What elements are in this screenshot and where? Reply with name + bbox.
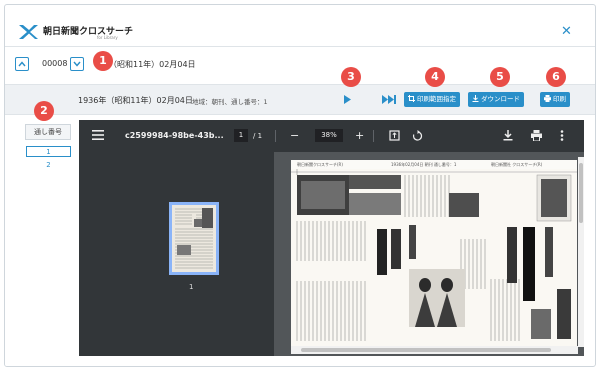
newspaper-thumbnail-image <box>172 205 216 272</box>
prev-page-button[interactable] <box>15 57 29 71</box>
page-number: 00008 <box>42 59 68 68</box>
annotation-marker-4: 4 <box>425 67 445 87</box>
annotation-marker-3: 3 <box>341 67 361 87</box>
play-icon[interactable] <box>343 94 352 105</box>
print-button[interactable]: 印刷 <box>540 92 570 107</box>
chevron-up-icon <box>18 61 26 67</box>
brand-name: 朝日新聞クロスサーチ <box>43 27 134 37</box>
chevron-down-icon <box>73 61 81 67</box>
page-current-input[interactable]: 1 <box>234 129 248 142</box>
print-label: 印刷 <box>553 95 566 103</box>
annotation-marker-2: 2 <box>34 101 54 121</box>
serial-item-2[interactable]: 2 <box>26 160 71 171</box>
thumbnail-sidebar: 1 <box>79 152 274 356</box>
download-icon <box>472 95 479 102</box>
app-window: 朝日新聞クロスサーチ for Library ✕ 00008 年（昭和11年）0… <box>4 4 596 367</box>
annotation-marker-6: 6 <box>546 67 566 87</box>
serial-number-title: 通し番号 <box>25 124 71 140</box>
newspaper-scan-image <box>291 169 577 347</box>
serial-number-panel: 通し番号 1 2 <box>5 116 79 366</box>
toolbar-divider <box>275 130 276 142</box>
page-header-right: 朝日新聞社 クロスサーチ(R) <box>491 162 543 167</box>
skip-to-end-icon[interactable] <box>381 94 397 105</box>
page-header-left: 朝日新聞クロスサーチ(R) <box>297 162 343 167</box>
toolbar-divider <box>373 130 374 142</box>
next-page-button[interactable] <box>70 57 84 71</box>
rotate-icon[interactable] <box>412 130 423 141</box>
file-name: c2599984-98be-43b... <box>125 131 224 140</box>
page-header-center: 1936年02月04日 朝刊 通し番号：1 <box>391 162 457 167</box>
download-button[interactable]: ダウンロード <box>468 92 524 107</box>
printer-icon <box>544 95 551 102</box>
page-header: 朝日新聞クロスサーチ(R) 1936年02月04日 朝刊 通し番号：1 朝日新聞… <box>291 160 577 169</box>
annotation-marker-5: 5 <box>490 67 510 87</box>
nav-date: 年（昭和11年）02月04日 <box>101 60 196 69</box>
brand-logo-icon <box>19 25 38 39</box>
info-toolbar: 1936年（昭和11年）02月04日 地域：朝刊、通し番号：1 印刷範囲指定 ダ… <box>5 85 595 115</box>
crop-icon <box>408 95 415 102</box>
annotation-marker-1: 1 <box>93 51 113 71</box>
document-page: 朝日新聞クロスサーチ(R) 1936年02月04日 朝刊 通し番号：1 朝日新聞… <box>291 160 577 347</box>
thumbnail-page-number: 1 <box>189 283 194 291</box>
header: 朝日新聞クロスサーチ for Library ✕ <box>5 5 595 47</box>
fit-page-icon[interactable] <box>389 130 400 141</box>
download-icon[interactable] <box>503 130 513 141</box>
vertical-scrollbar[interactable] <box>578 157 584 347</box>
page-thumbnail[interactable] <box>169 202 219 275</box>
pdf-viewer: c2599984-98be-43b... 1 / 1 − 38% + 1 朝日新… <box>79 120 584 356</box>
more-vert-icon[interactable] <box>560 130 564 141</box>
issue-date: 1936年（昭和11年）02月04日 <box>78 96 193 105</box>
printer-icon[interactable] <box>531 130 542 141</box>
brand-subtitle: for Library <box>97 35 118 40</box>
serial-item-1[interactable]: 1 <box>26 146 71 157</box>
print-range-button[interactable]: 印刷範囲指定 <box>404 92 460 107</box>
print-range-label: 印刷範囲指定 <box>417 95 456 103</box>
menu-icon[interactable] <box>92 130 104 140</box>
zoom-out-icon[interactable]: − <box>290 130 299 141</box>
zoom-in-icon[interactable]: + <box>355 130 364 141</box>
download-label: ダウンロード <box>481 95 520 103</box>
viewer-toolbar: c2599984-98be-43b... 1 / 1 − 38% + <box>79 120 584 152</box>
issue-meta: 地域：朝刊、通し番号：1 <box>192 98 268 106</box>
zoom-level-input[interactable]: 38% <box>315 129 343 142</box>
horizontal-scrollbar[interactable] <box>291 346 578 354</box>
close-icon[interactable]: ✕ <box>561 25 572 38</box>
page-total: / 1 <box>253 132 263 140</box>
